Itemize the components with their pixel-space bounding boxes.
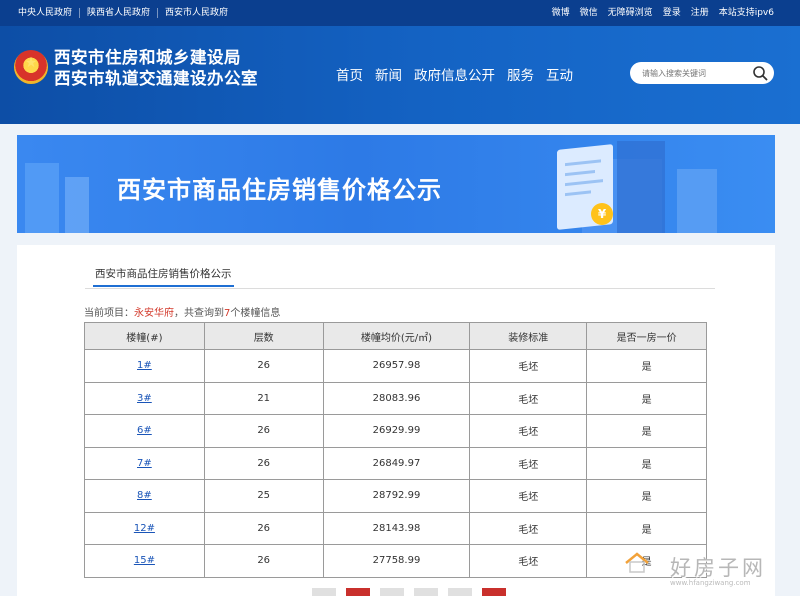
nav-news[interactable]: 新闻: [375, 64, 402, 84]
site-header: 西安市住房和城乡建设局 西安市轨道交通建设办公室 首页 新闻 政府信息公开 服务…: [0, 26, 800, 124]
nav-services[interactable]: 服务: [507, 64, 534, 84]
one-price-cell: 是: [586, 349, 707, 383]
link-xian-gov[interactable]: 西安市人民政府: [157, 8, 235, 18]
decoration-cell: 毛坯: [469, 414, 588, 448]
project-name: 永安华府: [134, 308, 174, 319]
avg-price-cell: 28792.99: [322, 479, 471, 513]
nav-home[interactable]: 首页: [336, 64, 363, 84]
table-row: 7# 26 26849.97 毛坯 是: [84, 446, 707, 480]
page-button[interactable]: [380, 588, 404, 596]
table-row: 6# 26 26929.99 毛坯 是: [84, 414, 707, 448]
link-shaanxi-gov[interactable]: 陕西省人民政府: [79, 8, 157, 18]
info-suffix: 个楼幢信息: [230, 308, 281, 319]
page-button[interactable]: [448, 588, 472, 596]
site-title-line1: 西安市住房和城乡建设局: [54, 48, 241, 67]
table-row: 8# 25 28792.99 毛坯 是: [84, 479, 707, 513]
floors-cell: 26: [203, 349, 324, 383]
page-button-next[interactable]: [482, 588, 506, 596]
search-icon[interactable]: [752, 65, 768, 81]
banner-building-decor: [617, 141, 665, 233]
watermark-text: 好房子网: [670, 556, 766, 580]
site-title-line2: 西安市轨道交通建设办公室: [54, 69, 258, 88]
link-central-gov[interactable]: 中央人民政府: [18, 8, 79, 18]
one-price-cell: 是: [586, 446, 707, 480]
banner-building-decor: [677, 169, 717, 233]
floors-cell: 26: [203, 544, 324, 578]
building-link[interactable]: 1#: [137, 360, 152, 371]
decoration-cell: 毛坯: [469, 511, 588, 545]
page-button-active[interactable]: [346, 588, 370, 596]
link-accessibility[interactable]: 无障碍浏览: [608, 8, 653, 18]
top-bar: 中央人民政府 陕西省人民政府 西安市人民政府 微博 微信 无障碍浏览 登录 注册…: [0, 0, 800, 26]
floors-cell: 25: [203, 479, 324, 513]
floors-cell: 26: [203, 446, 324, 480]
tab-divider: [85, 288, 715, 289]
link-wechat[interactable]: 微信: [580, 8, 598, 18]
info-middle: ，共查询到: [174, 308, 224, 319]
banner-headline: 西安市商品住房销售价格公示: [117, 176, 442, 204]
one-price-cell: 是: [586, 414, 707, 448]
avg-price-cell: 26957.98: [322, 349, 471, 383]
page-button[interactable]: [414, 588, 438, 596]
decoration-cell: 毛坯: [469, 381, 588, 415]
search-input[interactable]: [642, 66, 746, 80]
floors-cell: 26: [203, 414, 324, 448]
nav-interaction[interactable]: 互动: [546, 64, 573, 84]
banner-building-decor: [25, 163, 59, 233]
tab-price-disclosure[interactable]: 西安市商品住房销售价格公示: [93, 263, 234, 287]
table-row: 3# 21 28083.96 毛坯 是: [84, 381, 707, 415]
link-weibo[interactable]: 微博: [552, 8, 570, 18]
decoration-cell: 毛坯: [469, 544, 588, 578]
site-title[interactable]: 西安市住房和城乡建设局 西安市轨道交通建设办公室: [54, 47, 258, 89]
gov-links: 中央人民政府 陕西省人民政府 西安市人民政府: [18, 8, 235, 18]
site-watermark: 好房子网 www.hfangziwang.com: [608, 546, 794, 594]
content-panel: 西安市商品住房销售价格公示 当前项目：永安华府，共查询到7个楼幢信息 楼幢(#)…: [17, 245, 775, 596]
building-link[interactable]: 3#: [137, 393, 152, 404]
col-one-price: 是否一房一价: [586, 322, 707, 350]
page-banner: ¥ 西安市商品住房销售价格公示: [17, 135, 775, 233]
col-avg-price: 楼幢均价(元/㎡): [322, 322, 471, 350]
avg-price-cell: 28143.98: [322, 511, 471, 545]
building-link[interactable]: 6#: [137, 425, 152, 436]
watermark-url: www.hfangziwang.com: [670, 579, 751, 587]
building-link[interactable]: 7#: [137, 458, 152, 469]
avg-price-cell: 28083.96: [322, 381, 471, 415]
banner-building-decor: [65, 177, 89, 233]
avg-price-cell: 27758.99: [322, 544, 471, 578]
one-price-cell: 是: [586, 381, 707, 415]
national-emblem-icon: [14, 50, 48, 84]
utility-links: 微博 微信 无障碍浏览 登录 注册 本站支持ipv6: [552, 8, 774, 18]
building-link[interactable]: 15#: [134, 555, 155, 566]
page-button[interactable]: [312, 588, 336, 596]
table-row: 12# 26 28143.98 毛坯 是: [84, 511, 707, 545]
decoration-cell: 毛坯: [469, 349, 588, 383]
query-summary: 当前项目：永安华府，共查询到7个楼幢信息: [84, 304, 280, 319]
building-link[interactable]: 12#: [134, 523, 155, 534]
link-login[interactable]: 登录: [663, 8, 681, 18]
avg-price-cell: 26929.99: [322, 414, 471, 448]
pagination: [312, 588, 506, 596]
floors-cell: 21: [203, 381, 324, 415]
nav-gov-info[interactable]: 政府信息公开: [414, 64, 495, 84]
info-prefix: 当前项目：: [84, 308, 134, 319]
building-link[interactable]: 8#: [137, 490, 152, 501]
yuan-coin-icon: ¥: [591, 203, 613, 225]
ipv6-badge: 本站支持ipv6: [718, 8, 774, 18]
col-floors: 层数: [203, 322, 324, 350]
house-logo-icon: [625, 552, 649, 573]
avg-price-cell: 26849.97: [322, 446, 471, 480]
table-header-row: 楼幢(#) 层数 楼幢均价(元/㎡) 装修标准 是否一房一价: [84, 322, 707, 350]
table-row: 1# 26 26957.98 毛坯 是: [84, 349, 707, 383]
col-building: 楼幢(#): [84, 322, 205, 350]
decoration-cell: 毛坯: [469, 446, 588, 480]
decoration-cell: 毛坯: [469, 479, 588, 513]
building-price-table: 楼幢(#) 层数 楼幢均价(元/㎡) 装修标准 是否一房一价 1# 26 269…: [84, 322, 707, 578]
col-decoration: 装修标准: [469, 322, 588, 350]
link-register[interactable]: 注册: [691, 8, 709, 18]
main-nav: 首页 新闻 政府信息公开 服务 互动: [336, 64, 573, 84]
one-price-cell: 是: [586, 511, 707, 545]
floors-cell: 26: [203, 511, 324, 545]
one-price-cell: 是: [586, 479, 707, 513]
search-box: [630, 62, 774, 84]
